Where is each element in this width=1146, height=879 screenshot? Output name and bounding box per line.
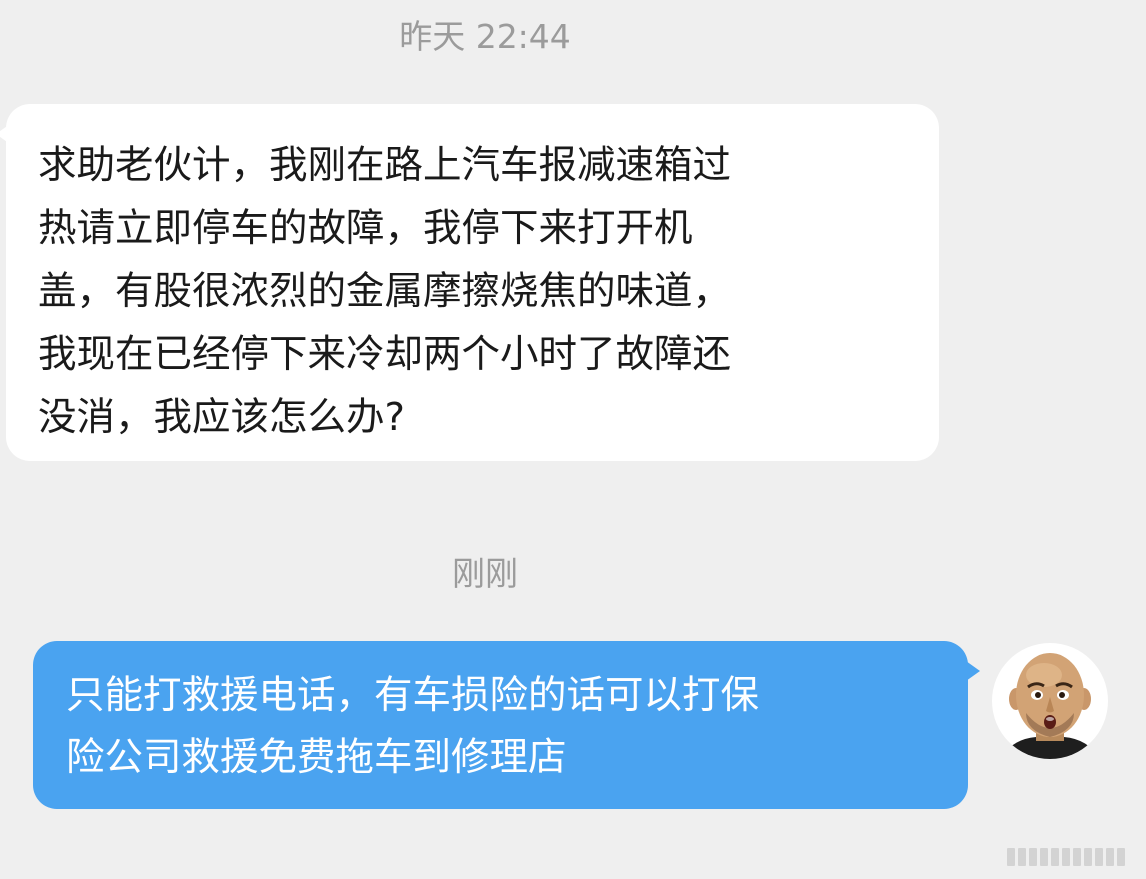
message-line: 没消，我应该怎么办? bbox=[38, 395, 405, 440]
bubble-tail bbox=[966, 661, 980, 681]
message-timestamp: 刚刚 bbox=[452, 554, 518, 593]
outgoing-message-bubble[interactable]: 只能打救援电话，有车损险的话可以打保 险公司救援免费拖车到修理店 bbox=[33, 641, 980, 809]
message-line: 只能打救援电话，有车损险的话可以打保 bbox=[66, 673, 760, 718]
message-line: 我现在已经停下来冷却两个小时了故障还 bbox=[38, 332, 732, 377]
user-avatar[interactable] bbox=[992, 643, 1108, 759]
message-line: 盖，有股很浓烈的金属摩擦烧焦的味道， bbox=[38, 269, 732, 314]
incoming-message-bubble[interactable]: 求助老伙计，我刚在路上汽车报减速箱过 热请立即停车的故障，我停下来打开机 盖，有… bbox=[0, 104, 939, 461]
message-line: 求助老伙计，我刚在路上汽车报减速箱过 bbox=[38, 143, 732, 188]
watermark-logo-icon bbox=[1007, 848, 1125, 866]
bald-man-avatar-icon bbox=[1000, 653, 1100, 759]
message-timestamp: 昨天 22:44 bbox=[399, 17, 571, 56]
message-line: 热请立即停车的故障，我停下来打开机 bbox=[38, 206, 693, 251]
bubble-tail bbox=[0, 124, 10, 144]
message-line: 险公司救援免费拖车到修理店 bbox=[66, 735, 567, 780]
